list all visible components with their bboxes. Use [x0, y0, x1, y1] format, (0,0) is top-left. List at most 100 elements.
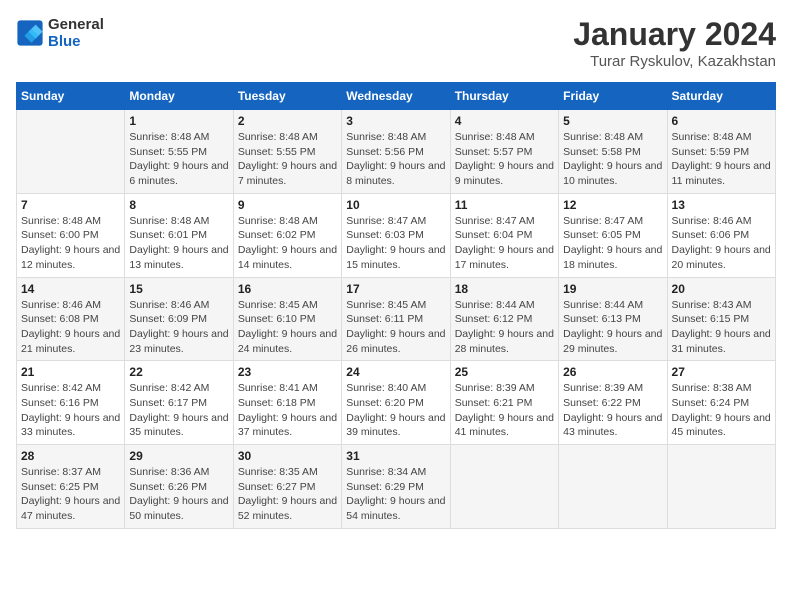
day-number: 31	[346, 449, 445, 463]
calendar-week-row: 21 Sunrise: 8:42 AMSunset: 6:16 PMDayligh…	[17, 361, 776, 445]
calendar-cell: 29 Sunrise: 8:36 AMSunset: 6:26 PMDayligh…	[125, 445, 233, 529]
day-info: Sunrise: 8:35 AMSunset: 6:27 PMDaylight:…	[238, 465, 337, 524]
day-number: 2	[238, 114, 337, 128]
calendar-cell	[667, 445, 775, 529]
day-number: 15	[129, 282, 228, 296]
day-number: 1	[129, 114, 228, 128]
calendar-header: SundayMondayTuesdayWednesdayThursdayFrid…	[17, 83, 776, 110]
logo-text: General Blue	[48, 16, 104, 50]
day-info: Sunrise: 8:40 AMSunset: 6:20 PMDaylight:…	[346, 381, 445, 440]
day-number: 19	[563, 282, 662, 296]
day-number: 9	[238, 198, 337, 212]
day-number: 30	[238, 449, 337, 463]
day-info: Sunrise: 8:46 AMSunset: 6:06 PMDaylight:…	[672, 214, 771, 273]
day-info: Sunrise: 8:47 AMSunset: 6:03 PMDaylight:…	[346, 214, 445, 273]
calendar-cell: 14 Sunrise: 8:46 AMSunset: 6:08 PMDayligh…	[17, 277, 125, 361]
calendar-body: 1 Sunrise: 8:48 AMSunset: 5:55 PMDaylight…	[17, 110, 776, 529]
day-info: Sunrise: 8:48 AMSunset: 5:59 PMDaylight:…	[672, 130, 771, 189]
day-info: Sunrise: 8:48 AMSunset: 5:55 PMDaylight:…	[129, 130, 228, 189]
calendar-cell: 9Sunrise: 8:48 AMSunset: 6:02 PMDaylight…	[233, 193, 341, 277]
weekday-header-tuesday: Tuesday	[233, 83, 341, 110]
logo-icon	[16, 19, 44, 47]
weekday-header-row: SundayMondayTuesdayWednesdayThursdayFrid…	[17, 83, 776, 110]
day-number: 22	[129, 365, 228, 379]
calendar-cell: 18 Sunrise: 8:44 AMSunset: 6:12 PMDayligh…	[450, 277, 558, 361]
day-info: Sunrise: 8:44 AMSunset: 6:12 PMDaylight:…	[455, 298, 554, 357]
day-info: Sunrise: 8:46 AMSunset: 6:08 PMDaylight:…	[21, 298, 120, 357]
weekday-header-friday: Friday	[559, 83, 667, 110]
title-block: January 2024 Turar Ryskulov, Kazakhstan	[573, 16, 776, 70]
weekday-header-sunday: Sunday	[17, 83, 125, 110]
calendar-cell	[17, 110, 125, 194]
day-number: 4	[455, 114, 554, 128]
calendar-cell: 11 Sunrise: 8:47 AMSunset: 6:04 PMDayligh…	[450, 193, 558, 277]
day-info: Sunrise: 8:41 AMSunset: 6:18 PMDaylight:…	[238, 381, 337, 440]
day-info: Sunrise: 8:45 AMSunset: 6:10 PMDaylight:…	[238, 298, 337, 357]
day-info: Sunrise: 8:47 AMSunset: 6:04 PMDaylight:…	[455, 214, 554, 273]
day-number: 25	[455, 365, 554, 379]
calendar-cell: 20Sunrise: 8:43 AMSunset: 6:15 PMDayligh…	[667, 277, 775, 361]
calendar-cell: 4 Sunrise: 8:48 AMSunset: 5:57 PMDaylight…	[450, 110, 558, 194]
day-number: 11	[455, 198, 554, 212]
calendar-cell: 8 Sunrise: 8:48 AMSunset: 6:01 PMDaylight…	[125, 193, 233, 277]
calendar-cell: 2 Sunrise: 8:48 AMSunset: 5:55 PMDaylight…	[233, 110, 341, 194]
calendar-cell: 30 Sunrise: 8:35 AMSunset: 6:27 PMDayligh…	[233, 445, 341, 529]
logo: General Blue	[16, 16, 104, 50]
weekday-header-monday: Monday	[125, 83, 233, 110]
calendar-week-row: 14 Sunrise: 8:46 AMSunset: 6:08 PMDayligh…	[17, 277, 776, 361]
day-number: 7	[21, 198, 120, 212]
day-number: 17	[346, 282, 445, 296]
day-number: 28	[21, 449, 120, 463]
day-number: 23	[238, 365, 337, 379]
page-header: General Blue January 2024 Turar Ryskulov…	[16, 16, 776, 70]
calendar-week-row: 28 Sunrise: 8:37 AMSunset: 6:25 PMDayligh…	[17, 445, 776, 529]
day-number: 10	[346, 198, 445, 212]
calendar-cell: 22Sunrise: 8:42 AMSunset: 6:17 PMDayligh…	[125, 361, 233, 445]
weekday-header-thursday: Thursday	[450, 83, 558, 110]
day-number: 26	[563, 365, 662, 379]
day-info: Sunrise: 8:45 AMSunset: 6:11 PMDaylight:…	[346, 298, 445, 357]
weekday-header-wednesday: Wednesday	[342, 83, 450, 110]
day-number: 16	[238, 282, 337, 296]
calendar-cell: 31 Sunrise: 8:34 AMSunset: 6:29 PMDayligh…	[342, 445, 450, 529]
calendar-week-row: 1 Sunrise: 8:48 AMSunset: 5:55 PMDaylight…	[17, 110, 776, 194]
calendar-cell: 7 Sunrise: 8:48 AMSunset: 6:00 PMDaylight…	[17, 193, 125, 277]
day-info: Sunrise: 8:48 AMSunset: 5:57 PMDaylight:…	[455, 130, 554, 189]
calendar-cell: 27Sunrise: 8:38 AMSunset: 6:24 PMDayligh…	[667, 361, 775, 445]
weekday-header-saturday: Saturday	[667, 83, 775, 110]
day-number: 29	[129, 449, 228, 463]
day-number: 21	[21, 365, 120, 379]
calendar-cell: 13 Sunrise: 8:46 AMSunset: 6:06 PMDayligh…	[667, 193, 775, 277]
day-number: 13	[672, 198, 771, 212]
day-number: 8	[129, 198, 228, 212]
day-number: 12	[563, 198, 662, 212]
day-info: Sunrise: 8:48 AMSunset: 6:01 PMDaylight:…	[129, 214, 228, 273]
calendar-week-row: 7 Sunrise: 8:48 AMSunset: 6:00 PMDaylight…	[17, 193, 776, 277]
day-number: 18	[455, 282, 554, 296]
day-number: 20	[672, 282, 771, 296]
day-info: Sunrise: 8:42 AMSunset: 6:16 PMDaylight:…	[21, 381, 120, 440]
calendar-cell: 15 Sunrise: 8:46 AMSunset: 6:09 PMDayligh…	[125, 277, 233, 361]
calendar-cell: 16 Sunrise: 8:45 AMSunset: 6:10 PMDayligh…	[233, 277, 341, 361]
day-info: Sunrise: 8:39 AMSunset: 6:22 PMDaylight:…	[563, 381, 662, 440]
day-info: Sunrise: 8:36 AMSunset: 6:26 PMDaylight:…	[129, 465, 228, 524]
calendar-cell: 10 Sunrise: 8:47 AMSunset: 6:03 PMDayligh…	[342, 193, 450, 277]
day-info: Sunrise: 8:47 AMSunset: 6:05 PMDaylight:…	[563, 214, 662, 273]
calendar-subtitle: Turar Ryskulov, Kazakhstan	[573, 53, 776, 70]
day-info: Sunrise: 8:34 AMSunset: 6:29 PMDaylight:…	[346, 465, 445, 524]
calendar-cell: 21 Sunrise: 8:42 AMSunset: 6:16 PMDayligh…	[17, 361, 125, 445]
day-info: Sunrise: 8:48 AMSunset: 6:00 PMDaylight:…	[21, 214, 120, 273]
day-info: Sunrise: 8:38 AMSunset: 6:24 PMDaylight:…	[672, 381, 771, 440]
calendar-cell: 23 Sunrise: 8:41 AMSunset: 6:18 PMDayligh…	[233, 361, 341, 445]
day-info: Sunrise: 8:48 AMSunset: 5:58 PMDaylight:…	[563, 130, 662, 189]
calendar-cell: 28 Sunrise: 8:37 AMSunset: 6:25 PMDayligh…	[17, 445, 125, 529]
day-number: 6	[672, 114, 771, 128]
day-info: Sunrise: 8:37 AMSunset: 6:25 PMDaylight:…	[21, 465, 120, 524]
calendar-cell: 24Sunrise: 8:40 AMSunset: 6:20 PMDayligh…	[342, 361, 450, 445]
calendar-cell: 17 Sunrise: 8:45 AMSunset: 6:11 PMDayligh…	[342, 277, 450, 361]
day-info: Sunrise: 8:46 AMSunset: 6:09 PMDaylight:…	[129, 298, 228, 357]
calendar-title: January 2024	[573, 16, 776, 53]
day-info: Sunrise: 8:44 AMSunset: 6:13 PMDaylight:…	[563, 298, 662, 357]
day-number: 14	[21, 282, 120, 296]
day-info: Sunrise: 8:48 AMSunset: 5:55 PMDaylight:…	[238, 130, 337, 189]
